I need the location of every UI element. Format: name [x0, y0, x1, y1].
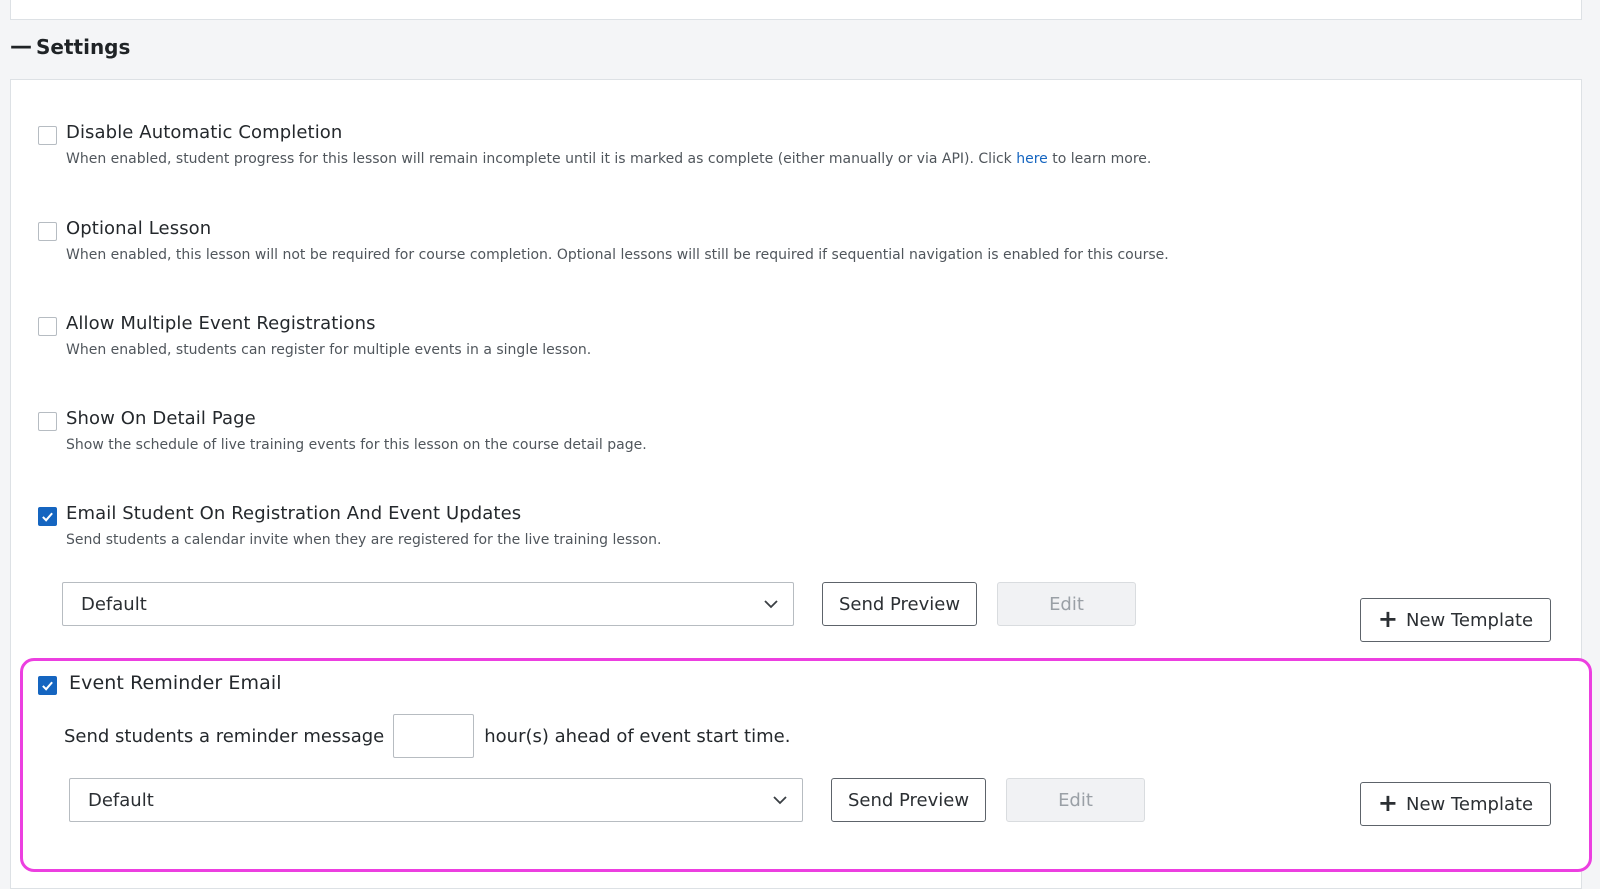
plus-icon: + — [1377, 789, 1398, 817]
button-label: New Template — [1405, 793, 1534, 815]
disable-automatic-completion-checkbox[interactable] — [38, 126, 57, 145]
reminder-hours-input[interactable] — [393, 714, 475, 758]
setting-title: Allow Multiple Event Registrations — [66, 313, 376, 334]
select-value: Default — [88, 789, 154, 811]
setting-description: When enabled, student progress for this … — [66, 151, 1152, 167]
reminder-edit-button[interactable]: Edit — [1006, 778, 1145, 822]
reminder-template-select[interactable]: Default — [69, 778, 803, 822]
select-value: Default — [81, 593, 147, 615]
setting-description: Send students a calendar invite when the… — [66, 532, 662, 548]
reminder-text-after: hour(s) ahead of event start time. — [484, 725, 791, 747]
setting-title: Show On Detail Page — [66, 408, 256, 429]
learn-more-link[interactable]: here — [1016, 151, 1048, 167]
chevron-down-icon — [773, 796, 787, 805]
optional-lesson-checkbox[interactable] — [38, 222, 57, 241]
registration-send-preview-button[interactable]: Send Preview — [822, 582, 977, 626]
previous-panel — [10, 0, 1582, 20]
chevron-down-icon — [764, 600, 778, 609]
registration-new-template-button[interactable]: + New Template — [1360, 598, 1551, 642]
setting-description: When enabled, students can register for … — [66, 342, 592, 358]
allow-multiple-registrations-checkbox[interactable] — [38, 317, 57, 336]
setting-description: When enabled, this lesson will not be re… — [66, 247, 1169, 263]
setting-title: Event Reminder Email — [69, 672, 282, 694]
checkmark-icon — [42, 512, 53, 522]
show-on-detail-page-checkbox[interactable] — [38, 412, 57, 431]
section-title: Settings — [36, 35, 131, 59]
setting-title: Disable Automatic Completion — [66, 122, 343, 143]
setting-title: Optional Lesson — [66, 218, 212, 239]
setting-description: Show the schedule of live training event… — [66, 437, 647, 453]
plus-icon: + — [1377, 605, 1398, 633]
collapse-icon[interactable]: — — [10, 36, 32, 58]
registration-template-select[interactable]: Default — [62, 582, 794, 626]
checkmark-icon — [42, 681, 53, 691]
reminder-hours-row: Send students a reminder message hour(s)… — [64, 714, 790, 758]
email-student-checkbox[interactable] — [38, 507, 57, 526]
settings-section-header[interactable]: — Settings — [10, 32, 130, 62]
registration-edit-button[interactable]: Edit — [997, 582, 1136, 626]
setting-title: Email Student On Registration And Event … — [66, 503, 522, 524]
reminder-new-template-button[interactable]: + New Template — [1360, 782, 1551, 826]
button-label: New Template — [1405, 609, 1534, 631]
reminder-send-preview-button[interactable]: Send Preview — [831, 778, 986, 822]
event-reminder-checkbox[interactable] — [38, 676, 57, 695]
reminder-text-before: Send students a reminder message — [64, 725, 385, 747]
